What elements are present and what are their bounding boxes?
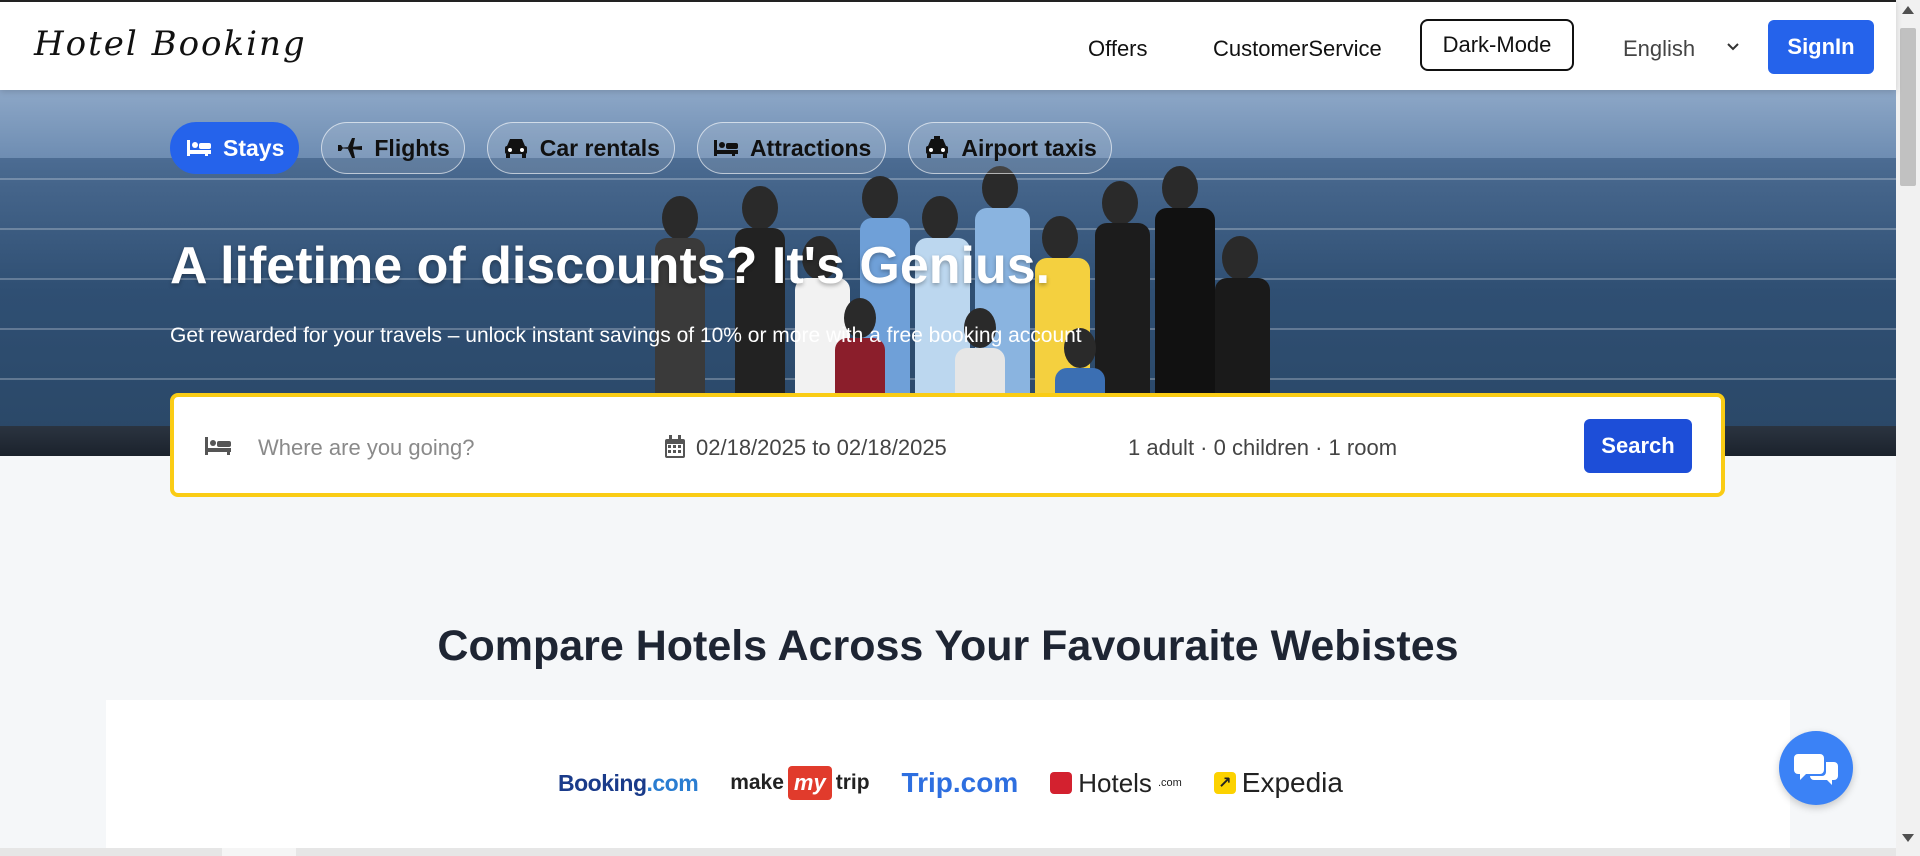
hotels-wordmark: Hotels	[1078, 767, 1152, 798]
scroll-down-arrow-icon[interactable]	[1902, 834, 1914, 842]
chat-button[interactable]	[1779, 731, 1853, 805]
partner-logos: Booking.com make my trip Trip.com Hotels .c…	[558, 766, 1343, 800]
tab-airport-taxis[interactable]: Airport taxis	[908, 122, 1112, 174]
vertical-scrollbar[interactable]	[1896, 0, 1920, 856]
search-button[interactable]: Search	[1584, 419, 1692, 473]
nav-customer-service[interactable]: CustomerService	[1213, 36, 1382, 62]
language-select[interactable]: English	[1623, 36, 1695, 62]
hotels-suffix: .com	[1157, 777, 1182, 789]
search-bar: 02/18/2025 to 02/18/2025 1 adult · 0 chi…	[170, 393, 1725, 497]
expedia-arrow-icon: ↗	[1213, 772, 1236, 794]
plane-icon	[338, 138, 363, 158]
expedia-wordmark: Expedia	[1241, 767, 1343, 798]
trip-logo[interactable]: Trip.com	[902, 767, 1019, 799]
scroll-up-arrow-icon[interactable]	[1902, 6, 1914, 14]
chevron-down-icon[interactable]	[1724, 38, 1742, 56]
site-logo[interactable]: Hotel Booking	[34, 24, 307, 64]
hero-subline: Get rewarded for your travels – unlock i…	[170, 324, 1082, 347]
destination-input[interactable]	[256, 427, 640, 469]
hotels-icon	[1050, 772, 1073, 794]
nav-offers[interactable]: Offers	[1088, 36, 1148, 62]
tab-label: Airport taxis	[961, 134, 1097, 161]
booking-suffix: .com	[646, 769, 699, 796]
booking-logo[interactable]: Booking.com	[558, 769, 699, 797]
tab-label: Flights	[374, 134, 450, 161]
partners-panel: Booking.com make my trip Trip.com Hotels .c…	[106, 700, 1790, 856]
tab-label: Stays	[223, 134, 285, 161]
tab-label: Car rentals	[539, 134, 660, 161]
makemytrip-logo[interactable]: make my trip	[730, 766, 870, 800]
calendar-icon[interactable]	[664, 435, 686, 459]
tab-attractions[interactable]: Attractions	[696, 122, 887, 174]
horizontal-scrollbar[interactable]	[0, 848, 1896, 856]
tab-label: Attractions	[749, 134, 872, 161]
dark-mode-button[interactable]: Dark-Mode	[1420, 19, 1574, 71]
chat-icon	[1794, 754, 1838, 785]
scrollbar-thumb[interactable]	[1900, 28, 1916, 186]
bed-icon	[187, 140, 211, 156]
hero-headline: A lifetime of discounts? It's Genius.	[170, 237, 1051, 295]
category-tabs: Stays Flights Car rentals Attractions Ai…	[170, 122, 1112, 174]
bed-icon	[205, 437, 231, 455]
horizontal-scrollbar-thumb[interactable]	[222, 848, 296, 856]
mmt-my: my	[787, 766, 832, 800]
hotels-logo[interactable]: Hotels .com	[1050, 768, 1182, 799]
expedia-logo[interactable]: ↗ Expedia	[1213, 767, 1343, 799]
tab-stays[interactable]: Stays	[170, 122, 300, 174]
mmt-trip: trip	[835, 771, 870, 794]
bed-icon	[713, 140, 738, 156]
guests-selector[interactable]: 1 adult · 0 children · 1 room	[1128, 435, 1397, 461]
compare-title: Compare Hotels Across Your Favouraite We…	[437, 622, 1459, 670]
taxi-icon	[926, 136, 949, 158]
tab-flights[interactable]: Flights	[321, 122, 465, 174]
tab-car-rentals[interactable]: Car rentals	[486, 122, 675, 174]
date-range-field[interactable]: 02/18/2025 to 02/18/2025	[696, 435, 947, 461]
mmt-make: make	[730, 771, 784, 794]
car-icon	[504, 139, 527, 158]
top-navbar: Hotel Booking Offers CustomerService Dar…	[0, 0, 1896, 90]
signin-button[interactable]: SignIn	[1768, 20, 1874, 74]
booking-wordmark: Booking	[558, 769, 647, 796]
